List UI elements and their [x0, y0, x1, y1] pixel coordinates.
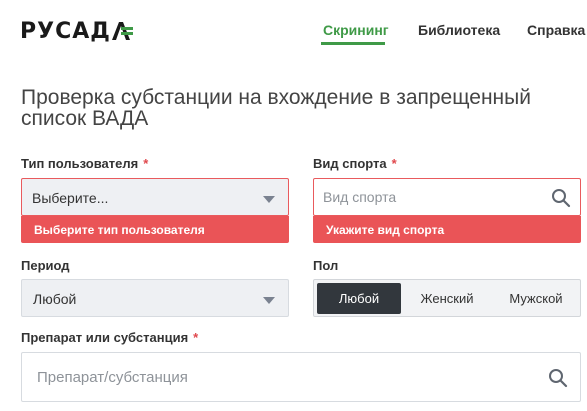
logo-text: РУСАД [20, 18, 111, 44]
nav-library[interactable]: Библиотека [418, 22, 500, 38]
top-header: РУСАД Скрининг Библиотека Справка [0, 0, 587, 62]
user-type-error: Выберите тип пользователя [21, 216, 289, 243]
nav-help[interactable]: Справка [527, 22, 585, 38]
search-icon[interactable] [551, 188, 571, 208]
logo[interactable]: РУСАД [20, 17, 134, 45]
gender-option-any[interactable]: Любой [317, 283, 401, 314]
user-type-select[interactable]: Выберите... [21, 178, 289, 216]
nav-screening[interactable]: Скрининг [323, 22, 389, 38]
logo-mark-icon [111, 22, 133, 40]
user-type-label: Тип пользователя * [21, 156, 148, 171]
gender-option-male[interactable]: Мужской [494, 283, 578, 314]
chevron-down-icon [263, 196, 275, 203]
sport-error: Укажите вид спорта [313, 216, 581, 243]
user-type-label-text: Тип пользователя [21, 156, 139, 171]
sport-label-text: Вид спорта [313, 156, 387, 171]
sport-label: Вид спорта * [313, 156, 397, 171]
gender-option-female[interactable]: Женский [407, 283, 487, 314]
active-nav-indicator [321, 42, 385, 45]
required-mark: * [391, 156, 397, 171]
substance-label: Препарат или субстанция * [21, 330, 198, 345]
gender-label: Пол [313, 258, 339, 273]
sport-input-placeholder: Вид спорта [323, 189, 397, 205]
required-mark: * [193, 330, 199, 345]
period-select[interactable]: Любой [21, 279, 289, 317]
page-title: Проверка субстанции на вхождение в запре… [21, 86, 531, 130]
substance-label-text: Препарат или субстанция [21, 330, 189, 345]
user-type-select-value: Выберите... [32, 190, 109, 206]
search-icon[interactable] [548, 368, 568, 388]
substance-input[interactable]: Препарат/субстанция [21, 352, 581, 402]
gender-segmented-control: Любой Женский Мужской [313, 279, 581, 317]
required-mark: * [143, 156, 149, 171]
period-select-value: Любой [33, 291, 77, 307]
chevron-down-icon [263, 297, 275, 304]
period-label: Период [21, 258, 70, 273]
sport-input[interactable]: Вид спорта [313, 178, 581, 216]
substance-input-placeholder: Препарат/субстанция [37, 369, 188, 386]
